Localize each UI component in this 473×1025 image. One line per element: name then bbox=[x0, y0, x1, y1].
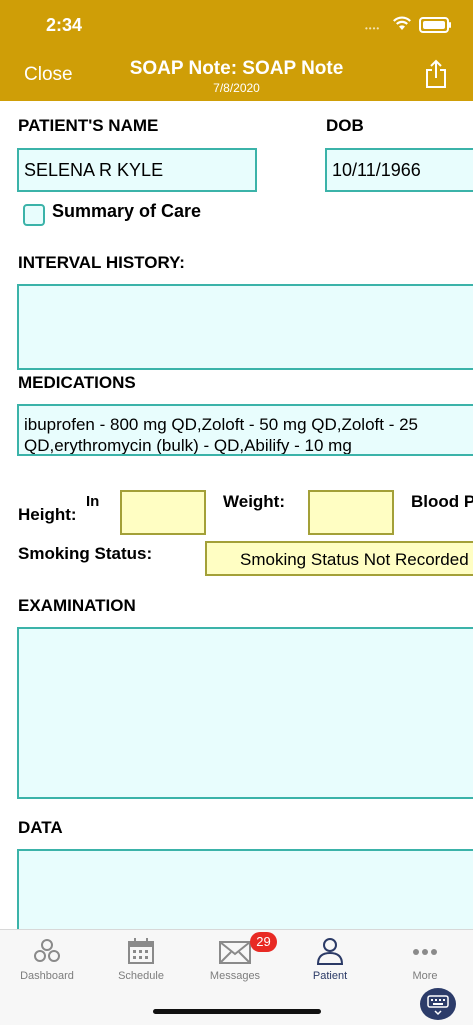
tab-dashboard[interactable]: Dashboard bbox=[0, 936, 94, 982]
wifi-icon bbox=[393, 16, 411, 30]
examination-field[interactable] bbox=[17, 627, 473, 799]
interval-history-field[interactable] bbox=[17, 284, 473, 370]
weight-label: Weight: bbox=[223, 492, 286, 511]
blood-pressure-label: Blood P bbox=[411, 492, 473, 511]
header-bar: 2:34 •••• Close SOAP Note: SOAP Note 7/8… bbox=[0, 0, 473, 101]
tab-patient[interactable]: Patient bbox=[283, 936, 377, 982]
tab-patient-label: Patient bbox=[312, 970, 348, 982]
height-label: Height: bbox=[18, 505, 77, 524]
interval-history-label: INTERVAL HISTORY: bbox=[18, 253, 185, 272]
medications-label: MEDICATIONS bbox=[18, 373, 136, 392]
battery-icon bbox=[419, 17, 449, 33]
summary-of-care-checkbox[interactable] bbox=[23, 204, 45, 226]
messages-badge: 29 bbox=[250, 932, 277, 952]
note-date: 7/8/2020 bbox=[213, 81, 260, 95]
dob-label: DOB bbox=[326, 116, 364, 135]
tab-schedule[interactable]: Schedule bbox=[94, 936, 188, 982]
medications-line-2: QD,erythromycin (bulk) - QD,Abilify - 10… bbox=[24, 436, 352, 455]
height-unit-label: In bbox=[86, 493, 100, 510]
tab-messages-label: Messages bbox=[209, 970, 261, 982]
envelope-icon bbox=[219, 941, 251, 964]
battery-tip bbox=[449, 22, 451, 28]
more-icon bbox=[413, 949, 437, 955]
weight-input[interactable] bbox=[308, 490, 394, 535]
calendar-icon bbox=[128, 938, 154, 964]
smoking-status-label: Smoking Status: bbox=[18, 544, 153, 563]
signal-icon: •••• bbox=[365, 24, 381, 33]
home-indicator bbox=[153, 1009, 321, 1014]
tab-dashboard-label: Dashboard bbox=[20, 970, 74, 982]
tab-more-label: More bbox=[412, 970, 438, 982]
page-title: SOAP Note: SOAP Note bbox=[129, 58, 344, 79]
medications-line-1: ibuprofen - 800 mg QD,Zoloft - 50 mg QD,… bbox=[24, 415, 418, 434]
height-input[interactable] bbox=[120, 490, 206, 535]
tab-more[interactable]: More bbox=[378, 936, 472, 982]
summary-of-care-label: Summary of Care bbox=[52, 201, 202, 221]
dashboard-icon bbox=[34, 939, 60, 962]
patient-name-field[interactable]: SELENA R KYLE bbox=[17, 148, 257, 192]
data-label: DATA bbox=[18, 818, 63, 837]
smoking-status-select[interactable]: Smoking Status Not Recorded bbox=[205, 541, 473, 576]
person-icon bbox=[316, 938, 344, 965]
status-time: 2:34 bbox=[46, 15, 83, 35]
tab-schedule-label: Schedule bbox=[118, 970, 164, 982]
dob-field[interactable]: 10/11/1966 bbox=[325, 148, 473, 192]
patient-name-label: PATIENT'S NAME bbox=[18, 116, 159, 135]
share-icon[interactable] bbox=[424, 59, 448, 89]
examination-label: EXAMINATION bbox=[18, 596, 136, 615]
keyboard-icon bbox=[427, 995, 449, 1016]
keyboard-toggle-button[interactable] bbox=[420, 988, 456, 1020]
medications-field[interactable]: ibuprofen - 800 mg QD,Zoloft - 50 mg QD,… bbox=[17, 404, 473, 456]
